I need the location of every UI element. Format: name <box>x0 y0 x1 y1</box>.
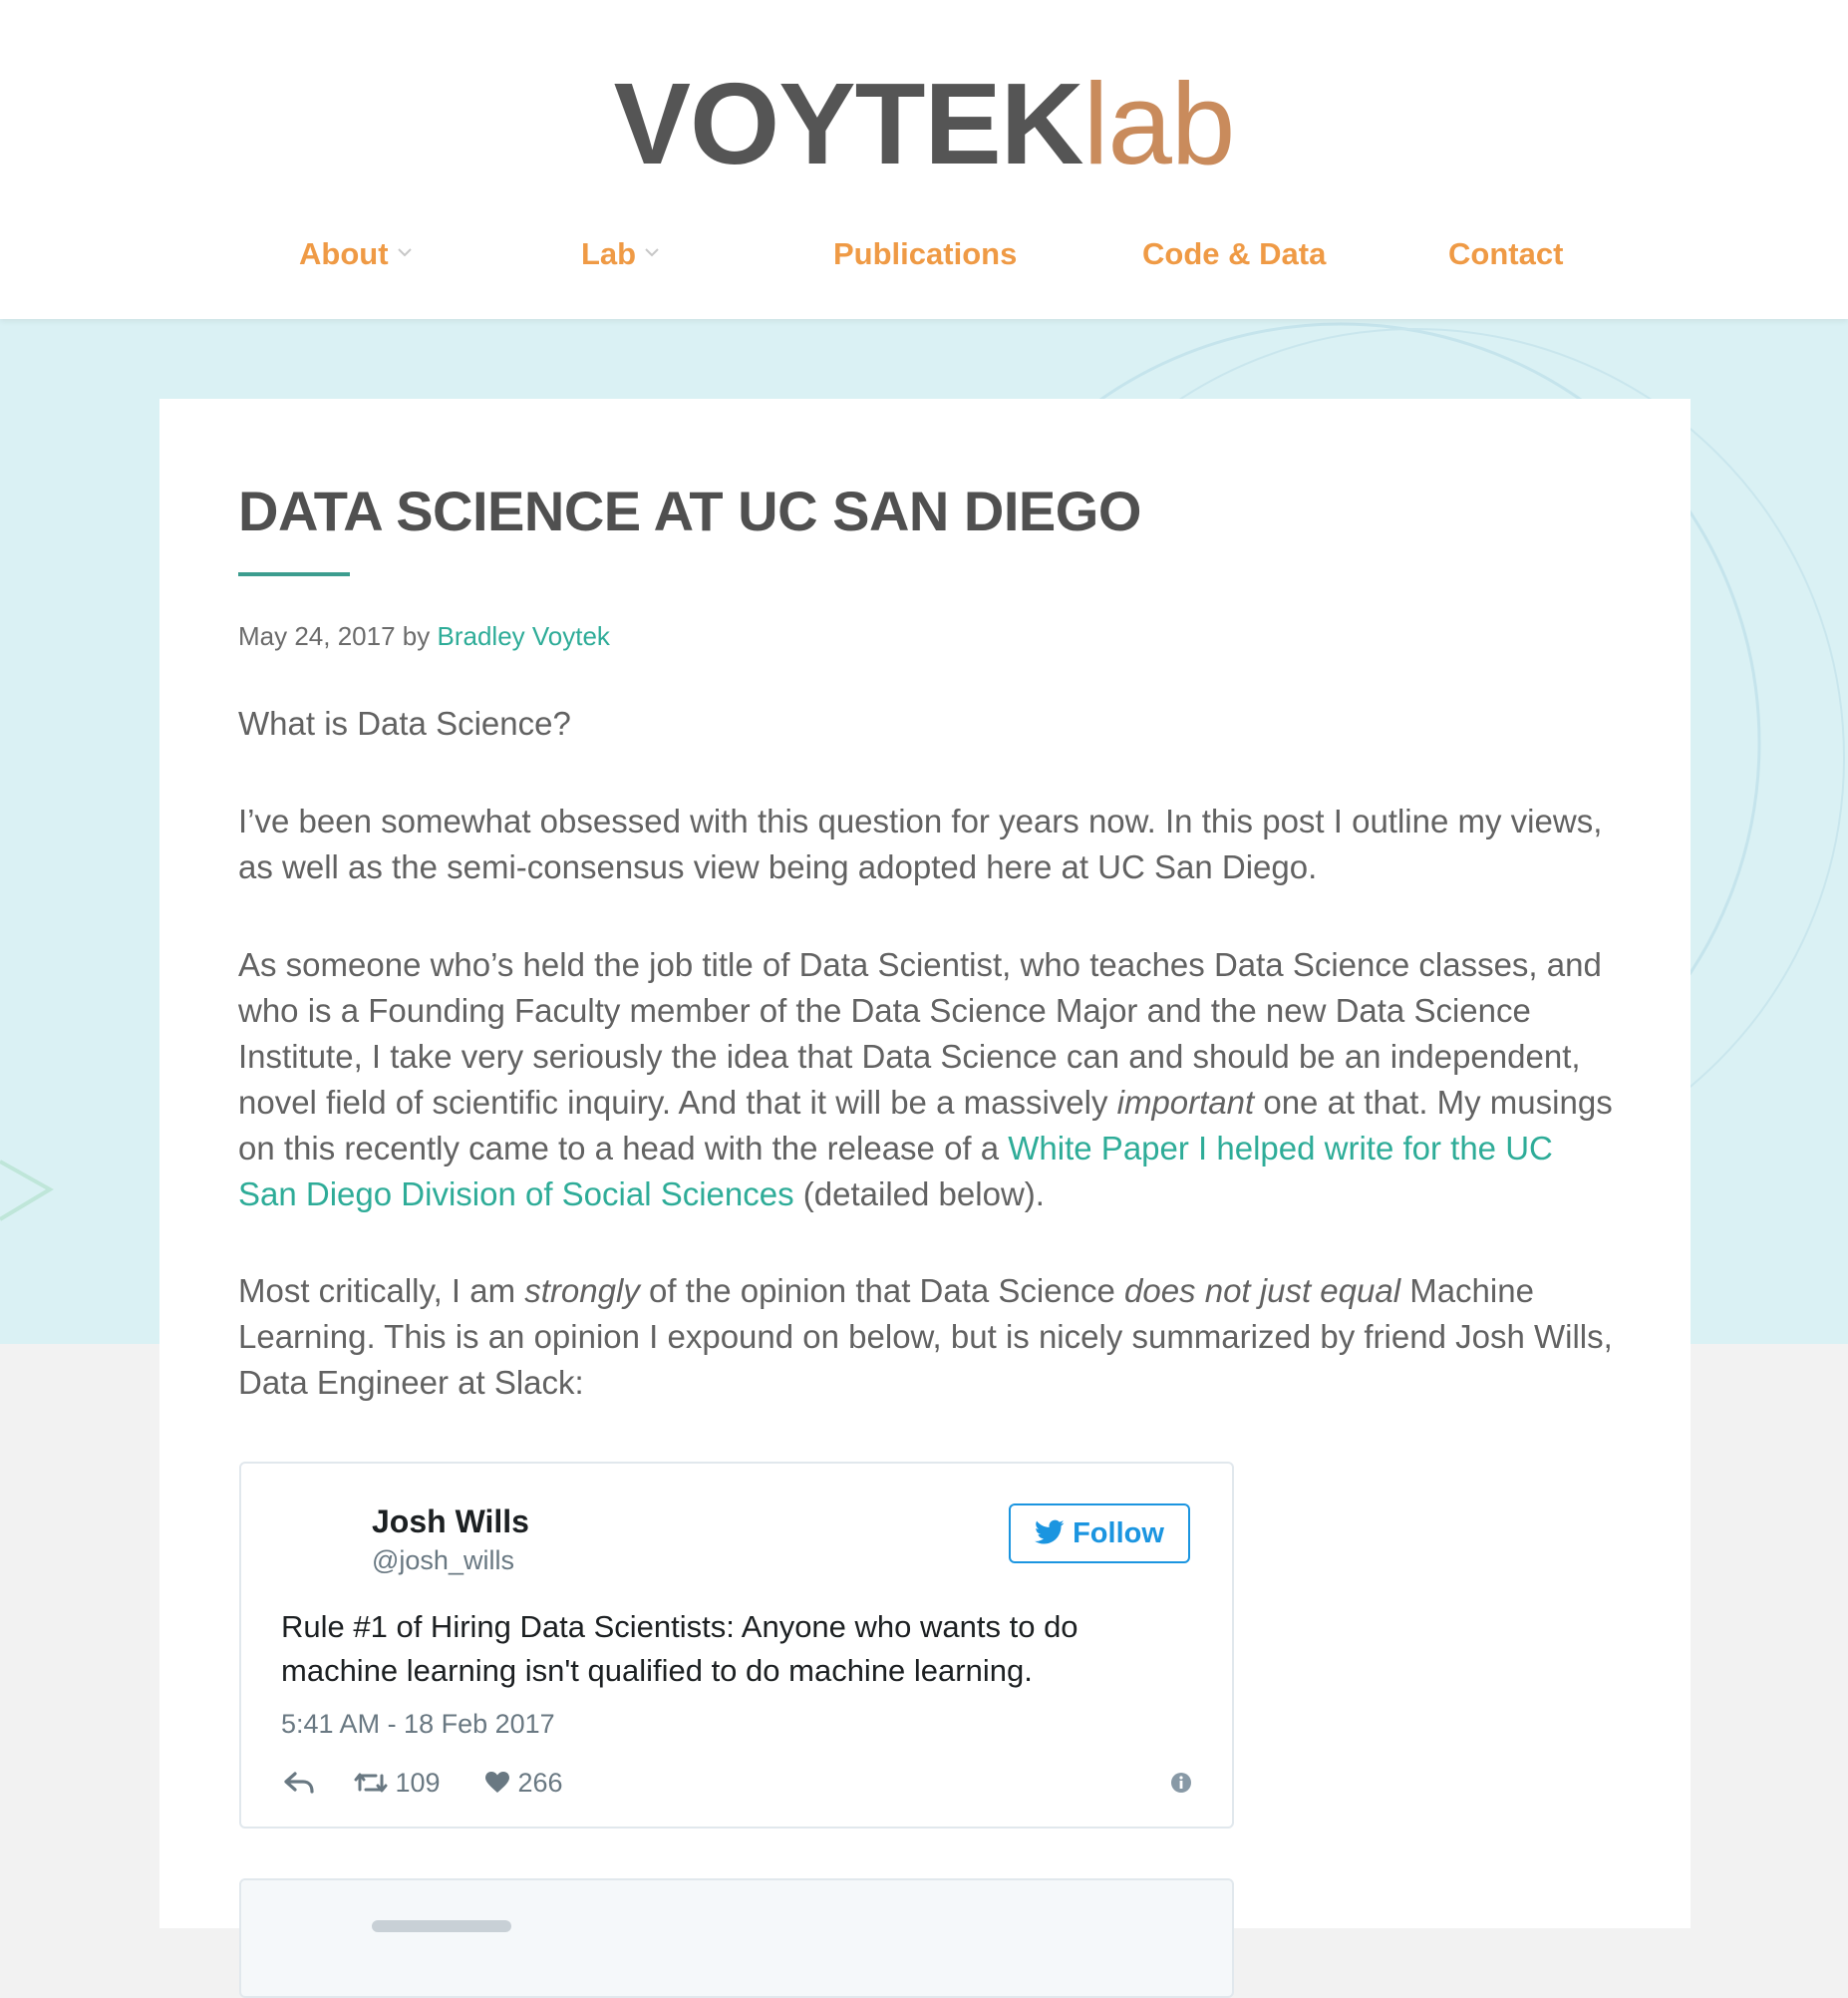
p4-text-a: Most critically, I am <box>238 1272 525 1309</box>
post-date: May 24, 2017 <box>238 621 396 651</box>
post-card: DATA SCIENCE AT UC SAN DIEGO May 24, 201… <box>159 399 1691 1998</box>
tweet-text: Rule #1 of Hiring Data Scientists: Anyon… <box>281 1609 1078 1688</box>
chevron-down-icon <box>645 248 659 257</box>
nav-item-contact[interactable]: Contact <box>1448 231 1563 277</box>
twitter-bird-icon <box>1035 1519 1065 1544</box>
paragraph-3: As someone who’s held the job title of D… <box>238 942 1614 1217</box>
heart-icon <box>485 1771 509 1793</box>
nav-item-publications[interactable]: Publications <box>833 231 1017 277</box>
nav-item-label: Code & Data <box>1142 236 1327 271</box>
chevron-down-icon <box>398 248 412 257</box>
paragraph-1: What is Data Science? <box>238 705 571 742</box>
nav-item-lab[interactable]: Lab <box>581 231 659 277</box>
embedded-tweet: Josh Wills @josh_wills Follow Rule #1 of… <box>239 1462 1234 1829</box>
reply-action[interactable] <box>283 1763 315 1803</box>
nav-item-about[interactable]: About <box>299 231 412 277</box>
like-count: 266 <box>517 1768 563 1798</box>
nav-item-code-data[interactable]: Code & Data <box>1142 231 1326 277</box>
tweet-loading-bar <box>372 1920 511 1932</box>
logo-accent-text: lab <box>1082 59 1236 188</box>
embedded-tweet-placeholder <box>239 1878 1234 1998</box>
tweet-author-name[interactable]: Josh Wills <box>372 1503 529 1540</box>
site-logo[interactable]: VOYTEKlab <box>0 62 1848 185</box>
info-action[interactable] <box>1170 1763 1192 1803</box>
post-title: DATA SCIENCE AT UC SAN DIEGO <box>238 480 1141 542</box>
reply-icon <box>284 1772 314 1794</box>
info-icon <box>1171 1772 1191 1793</box>
p4-emphasis-strongly: strongly <box>524 1272 640 1309</box>
tweet-author-handle[interactable]: @josh_wills <box>372 1545 514 1576</box>
p4-emphasis-not-equal: does not just equal <box>1123 1272 1401 1309</box>
tweet-timestamp[interactable]: 5:41 AM - 18 Feb 2017 <box>281 1709 555 1740</box>
like-action[interactable]: 266 <box>484 1763 563 1803</box>
site-header: VOYTEKlab About Lab Publications Code & … <box>0 0 1848 319</box>
logo-main-text: VOYTEK <box>613 59 1084 188</box>
nav-item-label: Contact <box>1448 236 1564 271</box>
p3-emphasis: important <box>1116 1084 1255 1121</box>
nav-item-label: Lab <box>581 236 637 271</box>
nav-item-label: About <box>299 236 389 271</box>
retweet-icon <box>354 1773 388 1793</box>
nav-item-label: Publications <box>833 236 1018 271</box>
author-link[interactable]: Bradley Voytek <box>438 621 610 651</box>
paragraph-4: Most critically, I am strongly of the op… <box>238 1268 1614 1406</box>
post-meta: May 24, 2017 by Bradley Voytek <box>238 616 610 656</box>
retweet-action[interactable]: 109 <box>354 1763 441 1803</box>
p3-text-c: (detailed below). <box>793 1175 1045 1212</box>
paragraph-2: I’ve been somewhat obsessed with this qu… <box>238 803 1603 885</box>
title-divider <box>238 572 350 576</box>
follow-button[interactable]: Follow <box>1009 1503 1190 1563</box>
p4-text-b: of the opinion that Data Science <box>639 1272 1124 1309</box>
retweet-count: 109 <box>395 1768 441 1798</box>
post-by: by <box>402 621 431 651</box>
follow-button-label: Follow <box>1073 1517 1164 1549</box>
